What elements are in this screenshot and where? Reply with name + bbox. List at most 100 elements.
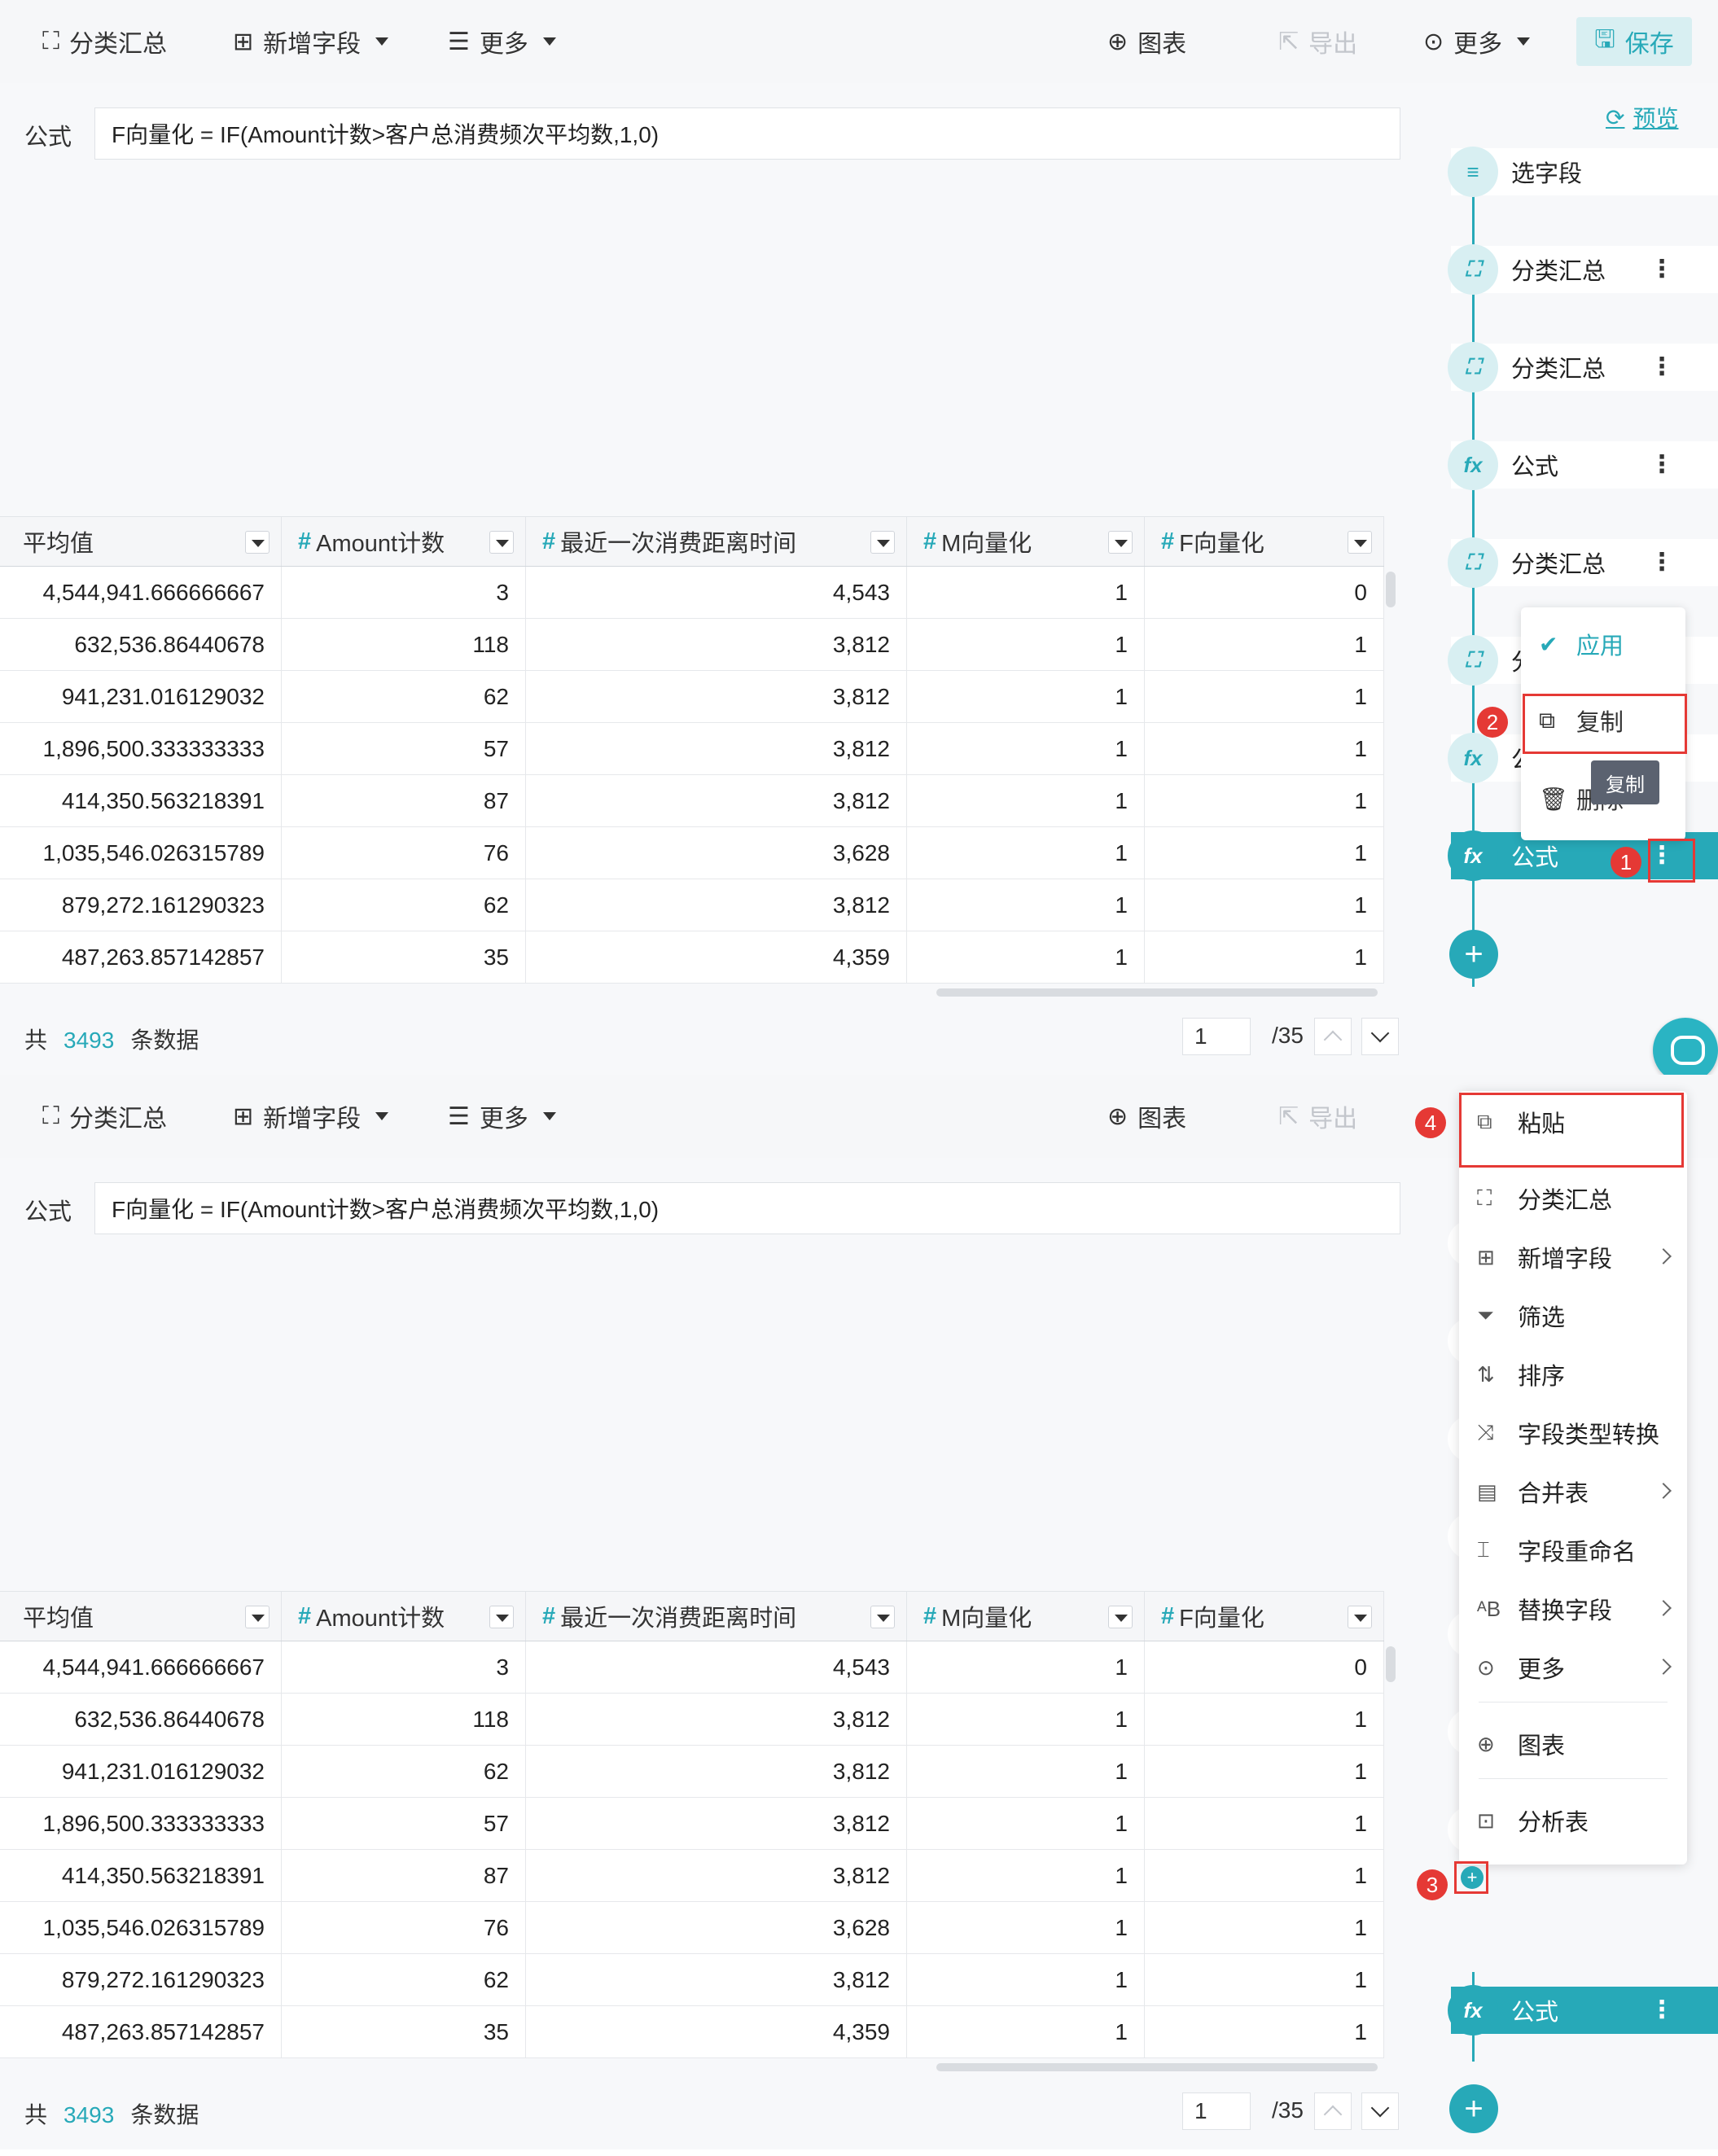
column-header[interactable]: 平均值 [0,1592,282,1641]
chart-button[interactable]: ⊕ 图表 [1107,1075,1186,1158]
vertical-scrollbar[interactable] [1386,1646,1396,1682]
kebab-menu-icon[interactable]: ⋮ [1650,254,1674,285]
preview-link[interactable]: ⟳ 预览 [1606,101,1678,134]
next-page-button[interactable] [1361,2092,1399,2130]
table-cell: 1 [1145,671,1384,722]
column-dropdown-icon[interactable] [1348,1606,1372,1628]
table-cell: 1,035,546.026315789 [0,827,282,879]
number-type-icon: # [923,1602,937,1629]
select-fields-icon: ≡ [1448,147,1498,197]
table-cell: 62 [282,879,526,931]
table-row: 941,231.016129032 62 3,812 1 1 [0,1746,1384,1798]
add-field-menu-item[interactable]: ⊞ 新增字段 [1459,1233,1687,1282]
column-dropdown-icon[interactable] [245,1606,270,1628]
add-field-button[interactable]: ⊞ 新增字段 [233,0,389,83]
table-cell: 1 [907,1694,1145,1745]
step-group-summary[interactable]: ⛶ 分类汇总 ⋮ [1448,537,1718,588]
group-summary-menu-item[interactable]: ⛶ 分类汇总 [1459,1174,1687,1223]
step-formula[interactable]: fx 公式 ⋮ [1448,440,1718,490]
table-cell: 3 [282,1641,526,1693]
column-header[interactable]: 平均值 [0,517,282,566]
total-pages: /35 [1272,1023,1304,1048]
more-button[interactable]: ☰ 更多 [448,0,556,83]
analysis-table-menu-item[interactable]: ⊡ 分析表 [1459,1796,1687,1845]
step-group-summary[interactable]: ⛶ 分类汇总 ⋮ [1448,244,1718,295]
type-convert-menu-item[interactable]: ⤨ 字段类型转换 [1459,1409,1687,1457]
apply-menu-item[interactable]: ✔ 应用 [1521,616,1685,673]
table-cell: 1 [907,619,1145,670]
export-button[interactable]: ⇱ 导出 [1278,1075,1357,1158]
export-button[interactable]: ⇱ 导出 [1278,0,1357,83]
horizontal-scrollbar[interactable] [936,2063,1378,2071]
more-menu-item[interactable]: ⊙ 更多 [1459,1643,1687,1692]
table-row: 1,035,546.026315789 76 3,628 1 1 [0,827,1384,879]
number-type-icon: # [1161,1602,1175,1629]
column-header[interactable]: # F向量化 [1145,1592,1384,1641]
column-header[interactable]: # Amount计数 [282,517,526,566]
prev-page-button[interactable] [1314,1018,1352,1055]
kebab-menu-icon[interactable]: ⋮ [1650,449,1674,480]
prev-page-button[interactable] [1314,2092,1352,2130]
merge-table-menu-item[interactable]: ▤ 合并表 [1459,1467,1687,1516]
column-header[interactable]: # 最近一次消费距离时间 [526,1592,907,1641]
column-header[interactable]: # Amount计数 [282,1592,526,1641]
column-dropdown-icon[interactable] [1108,531,1133,554]
table-row: 487,263.857142857 35 4,359 1 1 [0,931,1384,984]
column-header[interactable]: # 最近一次消费距离时间 [526,517,907,566]
column-header[interactable]: # M向量化 [907,517,1145,566]
export-icon: ⇱ [1278,28,1299,55]
more-button[interactable]: ☰ 更多 [448,1075,556,1158]
step-group-summary[interactable]: ⛶ 分类汇总 ⋮ [1448,342,1718,392]
sort-menu-item[interactable]: ⇅ 排序 [1459,1350,1687,1399]
column-dropdown-icon[interactable] [1348,531,1372,554]
more-right-button[interactable]: ⊙ 更多 [1423,0,1531,83]
table-cell: 1 [907,1746,1145,1797]
kebab-menu-icon[interactable]: ⋮ [1650,1995,1674,2026]
next-page-button[interactable] [1361,1018,1399,1055]
step-select-fields[interactable]: ≡ 选字段 [1448,147,1718,197]
column-header[interactable]: # M向量化 [907,1592,1145,1641]
table-cell: 414,350.563218391 [0,1850,282,1901]
table-row: 632,536.86440678 118 3,812 1 1 [0,619,1384,671]
table-cell: 632,536.86440678 [0,1694,282,1745]
add-step-button[interactable]: + [1449,930,1498,979]
formula-input[interactable]: F向量化 = IF(Amount计数>客户总消费频次平均数,1,0) [94,1182,1400,1234]
replace-field-menu-item[interactable]: ᴬB 替换字段 [1459,1584,1687,1633]
kebab-menu-icon[interactable]: ⋮ [1650,547,1674,578]
column-dropdown-icon[interactable] [870,1606,895,1628]
column-dropdown-icon[interactable] [245,531,270,554]
column-dropdown-icon[interactable] [489,1606,514,1628]
kebab-menu-icon[interactable]: ⋮ [1650,352,1674,383]
rename-menu-item[interactable]: ⌶ 字段重命名 [1459,1526,1687,1575]
chevron-right-icon [1655,1248,1672,1264]
group-summary-button[interactable]: ⛶ 分类汇总 [42,0,167,83]
table-cell: 1 [907,1641,1145,1693]
table-cell: 3,812 [526,619,907,670]
vertical-scrollbar[interactable] [1386,572,1396,607]
step-formula-active[interactable]: fx 公式 ⋮ [1448,1985,1718,2035]
table-cell: 3,812 [526,1798,907,1849]
column-dropdown-icon[interactable] [489,531,514,554]
step-sidebar: ⟳预览 ≡选字段 ⛶分类汇总⋮ ⛶分类汇总⋮ fx公式⋮ ⛶分类汇总⋮ ⛶分 f… [1423,83,1718,1075]
filter-menu-item[interactable]: ⏷ 筛选 [1459,1291,1687,1340]
chat-support-button[interactable] [1653,1018,1718,1075]
group-summary-icon: ⛶ [1448,537,1498,588]
chart-button[interactable]: ⊕ 图表 [1107,0,1186,83]
horizontal-scrollbar[interactable] [936,988,1378,997]
add-field-button[interactable]: ⊞ 新增字段 [233,1075,389,1158]
table-cell: 3,812 [526,1746,907,1797]
table-cell: 1 [907,827,1145,879]
add-step-button[interactable]: + [1449,2084,1498,2133]
column-dropdown-icon[interactable] [1108,1606,1133,1628]
page-input[interactable]: 1 [1182,2092,1251,2130]
caret-down-icon [375,37,389,46]
column-dropdown-icon[interactable] [870,531,895,554]
column-header[interactable]: # F向量化 [1145,517,1384,566]
chart-menu-item[interactable]: ⊕ 图表 [1459,1720,1687,1768]
table-cell: 1 [1145,1798,1384,1849]
table-cell: 3,812 [526,1954,907,2005]
save-button[interactable]: 🖫 保存 [1576,17,1692,66]
page-input[interactable]: 1 [1182,1018,1251,1055]
formula-input[interactable]: F向量化 = IF(Amount计数>客户总消费频次平均数,1,0) [94,107,1400,160]
group-summary-button[interactable]: ⛶ 分类汇总 [42,1075,167,1158]
